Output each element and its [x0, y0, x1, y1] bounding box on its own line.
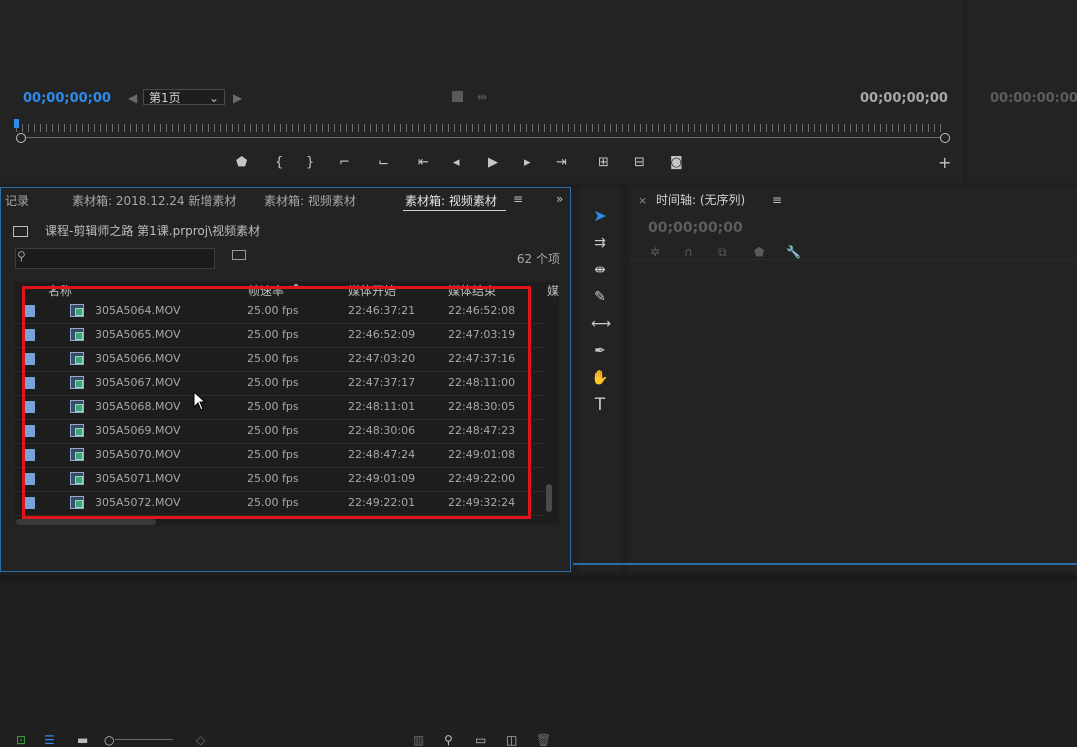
slip-tool-icon[interactable]: ⟷	[591, 315, 611, 333]
step-back-icon[interactable]: ◂	[453, 155, 460, 170]
vertical-scrollbar[interactable]	[546, 484, 552, 512]
hand-tool-icon[interactable]: ✋	[591, 369, 609, 387]
step-forward-icon[interactable]: ▸	[524, 155, 531, 170]
snap-icon[interactable]: ∩	[684, 245, 693, 259]
trash-icon[interactable]: 🗑	[536, 733, 551, 747]
more-tabs-icon[interactable]: »	[556, 192, 563, 206]
active-tab-indicator	[403, 210, 506, 211]
timeline-divider	[629, 259, 1077, 260]
highlight-box	[22, 286, 531, 519]
time-ruler[interactable]	[16, 120, 946, 132]
prev-page-icon[interactable]: ◀	[128, 91, 137, 105]
sort-icon[interactable]: ◇	[196, 733, 205, 747]
horizontal-scrollbar[interactable]	[16, 519, 156, 525]
mark-in-icon[interactable]: {	[275, 155, 283, 170]
panel-menu-icon[interactable]: ≡	[513, 192, 523, 206]
source-monitor: 00;00;00;00 ◀ 第1页 ⌄ ▶ ⇹ 00;00;00;00 ⬟ { }…	[0, 0, 963, 183]
new-item-icon[interactable]: ◫	[506, 733, 517, 747]
close-icon[interactable]: ×	[638, 194, 647, 207]
wrench-icon[interactable]: 🔧	[786, 245, 801, 259]
timeline-title: 时间轴: (无序列)	[656, 193, 746, 207]
next-page-icon[interactable]: ▶	[233, 91, 242, 105]
zoom-handle-left[interactable]	[16, 133, 26, 143]
chevron-down-icon: ⌄	[208, 91, 219, 105]
breadcrumb: 课程-剪辑师之路 第1课.prproj\视频素材	[45, 224, 261, 238]
zoom-slider[interactable]	[115, 739, 173, 740]
safe-margins-icon[interactable]	[452, 91, 463, 102]
overwrite-icon[interactable]: ⊟	[634, 155, 645, 170]
marker-icon[interactable]: ⬟	[236, 155, 247, 170]
play-icon[interactable]: ▶	[488, 155, 498, 170]
tab-log[interactable]: 记录	[5, 192, 29, 209]
add-marker-icon[interactable]: ⬟	[754, 245, 764, 259]
icon-view-icon[interactable]: ▬	[77, 733, 88, 747]
item-count: 62 个项	[516, 252, 560, 266]
search-input[interactable]	[15, 248, 215, 269]
playhead[interactable]	[14, 119, 19, 128]
go-to-in-icon[interactable]: ⇤	[418, 155, 429, 170]
razor-tool-icon[interactable]: ✎	[591, 288, 609, 306]
source-timecode-in[interactable]: 00;00;00;00	[23, 91, 111, 106]
tab-bin-new-footage[interactable]: 素材箱: 2018.12.24 新增素材	[72, 192, 236, 209]
find-icon[interactable]: ⚲	[444, 733, 453, 747]
mouse-cursor-icon	[193, 391, 207, 411]
track-select-tool-icon[interactable]: ⇉	[591, 234, 609, 252]
nest-icon[interactable]: ✲	[650, 245, 660, 259]
lock-icon[interactable]: ⊡	[16, 733, 26, 747]
add-button-icon[interactable]: +	[938, 153, 951, 172]
insert-icon[interactable]: ⊞	[598, 155, 609, 170]
folder-up-icon[interactable]	[13, 226, 28, 237]
program-timecode: 00:00:00:00	[990, 91, 1077, 106]
tools-panel: ➤ ⇉ ⇼ ✎ ⟷ ✒ ✋ T	[579, 187, 621, 572]
pen-tool-icon[interactable]: ✒	[591, 342, 609, 360]
timeline-panel: × 时间轴: (无序列) ≡ 00;00;00;00 ✲ ∩ ⧉ ⬟ 🔧	[629, 187, 1077, 572]
program-monitor: 00:00:00:00	[967, 0, 1077, 183]
zoom-slider-handle[interactable]: ○	[104, 733, 114, 747]
timeline-menu-icon[interactable]: ≡	[772, 193, 782, 207]
page-select[interactable]: 第1页 ⌄	[143, 89, 225, 105]
linked-selection-icon[interactable]: ⧉	[718, 245, 727, 260]
ripple-edit-tool-icon[interactable]: ⇼	[591, 261, 609, 279]
page-select-value: 第1页	[149, 91, 181, 105]
tab-bin-video-active[interactable]: 素材箱: 视频素材	[405, 192, 497, 209]
zoom-bar[interactable]	[20, 137, 944, 138]
go-to-out-icon[interactable]: ⇥	[556, 155, 567, 170]
tab-bin-video[interactable]: 素材箱: 视频素材	[264, 192, 356, 209]
camera-icon[interactable]: ◙	[670, 155, 683, 170]
new-bin-icon[interactable]: ▭	[475, 733, 486, 747]
active-panel-edge	[573, 563, 1077, 565]
zoom-handle-right[interactable]	[940, 133, 950, 143]
new-search-bin-icon[interactable]	[232, 250, 246, 260]
timeline-timecode[interactable]: 00;00;00;00	[648, 220, 743, 236]
selection-tool-icon[interactable]: ➤	[591, 207, 609, 225]
source-timecode-out: 00;00;00;00	[860, 91, 948, 106]
status-strip	[0, 575, 1077, 581]
drag-icon[interactable]: ⇹	[477, 90, 487, 104]
go-to-out-bracket-icon[interactable]: ⌙	[378, 155, 389, 170]
search-icon: ⚲	[17, 249, 26, 263]
list-view-icon[interactable]: ☰	[44, 733, 55, 747]
type-tool-icon[interactable]: T	[591, 396, 609, 414]
go-to-in-bracket-icon[interactable]: ⌐	[339, 155, 350, 170]
mark-out-icon[interactable]: }	[306, 155, 314, 170]
automate-to-sequence-icon[interactable]: ▥	[413, 733, 424, 747]
column-media-more[interactable]: 媒	[547, 282, 559, 299]
